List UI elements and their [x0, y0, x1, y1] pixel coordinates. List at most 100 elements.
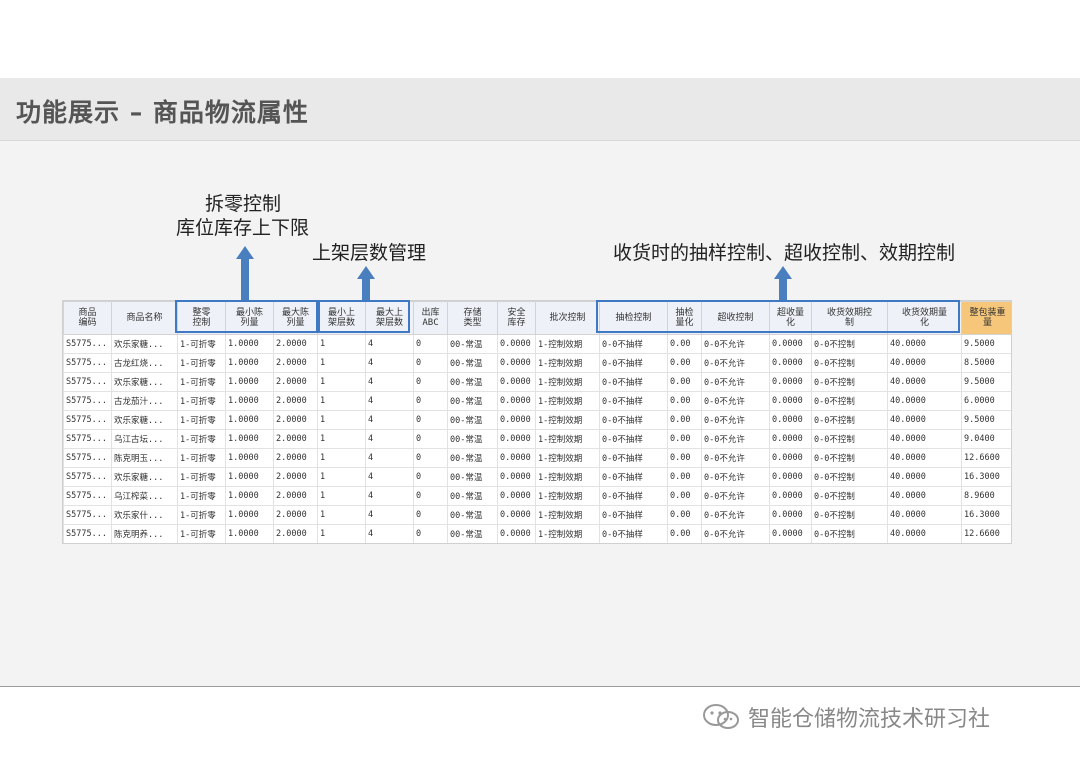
table-row[interactable]: S5775... 欢乐家糖... 1-可折零 1.0000 2.0000 1 4 0 00-常温… — [63, 410, 1011, 430]
table-cell[interactable]: 2.0000 — [273, 391, 318, 411]
table-cell[interactable]: 0.0000 — [769, 410, 812, 430]
table-cell[interactable]: 16.3000 — [961, 467, 1011, 487]
table-cell[interactable]: 2.0000 — [273, 467, 318, 487]
table-cell[interactable]: 9.0400 — [961, 429, 1011, 449]
table-cell[interactable]: 12.6600 — [961, 524, 1011, 543]
table-cell[interactable]: 1 — [317, 353, 366, 373]
table-cell[interactable]: 陈克明玉... — [111, 448, 178, 468]
table-cell[interactable]: 0-0不抽样 — [599, 372, 668, 392]
table-cell[interactable]: 00-常温 — [447, 391, 498, 411]
table-cell[interactable]: 0-0不允许 — [701, 467, 770, 487]
table-cell[interactable]: 1 — [317, 505, 366, 525]
table-cell[interactable]: 0-0不控制 — [811, 467, 888, 487]
table-cell[interactable]: 16.3000 — [961, 505, 1011, 525]
table-cell[interactable]: 1 — [317, 486, 366, 506]
table-cell[interactable]: 00-常温 — [447, 524, 498, 543]
table-row[interactable]: S5775... 欢乐家什... 1-可折零 1.0000 2.0000 1 4 0 00-常温… — [63, 505, 1011, 525]
table-cell[interactable]: 4 — [365, 524, 414, 543]
table-cell[interactable]: 0.00 — [667, 410, 702, 430]
table-cell[interactable]: 1-控制效期 — [535, 353, 600, 373]
table-cell[interactable]: 欢乐家糖... — [111, 467, 178, 487]
table-cell[interactable]: 古龙茄汁... — [111, 391, 178, 411]
table-row[interactable]: S5775... 乌江榨菜... 1-可折零 1.0000 2.0000 1 4 0 00-常温… — [63, 486, 1011, 506]
column-header[interactable]: 抽检 量化 — [667, 301, 702, 335]
table-cell[interactable]: 0.0000 — [769, 448, 812, 468]
table-cell[interactable]: 1.0000 — [225, 429, 274, 449]
table-cell[interactable]: 2.0000 — [273, 448, 318, 468]
table-cell[interactable]: 0-0不抽样 — [599, 486, 668, 506]
table-cell[interactable]: 1-控制效期 — [535, 524, 600, 543]
table-cell[interactable]: 40.0000 — [887, 524, 962, 543]
table-cell[interactable]: 1-可折零 — [177, 505, 226, 525]
table-cell[interactable]: 40.0000 — [887, 410, 962, 430]
table-cell[interactable]: 0.0000 — [769, 391, 812, 411]
table-cell[interactable]: 0.0000 — [497, 524, 536, 543]
table-cell[interactable]: 4 — [365, 391, 414, 411]
table-cell[interactable]: 1.0000 — [225, 353, 274, 373]
table-cell[interactable]: 0.00 — [667, 372, 702, 392]
table-cell[interactable]: 40.0000 — [887, 391, 962, 411]
table-cell[interactable]: 1-可折零 — [177, 448, 226, 468]
table-cell[interactable]: 0.0000 — [497, 505, 536, 525]
table-cell[interactable]: 12.6600 — [961, 448, 1011, 468]
table-cell[interactable]: 0-0不抽样 — [599, 505, 668, 525]
column-header[interactable]: 商品名称 — [111, 301, 178, 335]
table-cell[interactable]: 0-0不抽样 — [599, 448, 668, 468]
table-cell[interactable]: 0 — [413, 410, 448, 430]
table-cell[interactable]: 0.0000 — [497, 486, 536, 506]
table-cell[interactable]: 1.0000 — [225, 486, 274, 506]
table-cell[interactable]: 1.0000 — [225, 505, 274, 525]
table-cell[interactable]: 0-0不允许 — [701, 524, 770, 543]
table-cell[interactable]: 0.0000 — [769, 334, 812, 354]
table-cell[interactable]: 0 — [413, 334, 448, 354]
table-cell[interactable]: 0.0000 — [769, 467, 812, 487]
table-cell[interactable]: 欢乐家糖... — [111, 334, 178, 354]
table-cell[interactable]: 00-常温 — [447, 505, 498, 525]
table-row[interactable]: S5775... 陈克明玉... 1-可折零 1.0000 2.0000 1 4 0 00-常温… — [63, 448, 1011, 468]
table-cell[interactable]: 1-可折零 — [177, 524, 226, 543]
table-cell[interactable]: 1.0000 — [225, 448, 274, 468]
table-cell[interactable]: 00-常温 — [447, 353, 498, 373]
table-cell[interactable]: 0-0不控制 — [811, 391, 888, 411]
table-cell[interactable]: 8.5000 — [961, 353, 1011, 373]
table-cell[interactable]: 2.0000 — [273, 486, 318, 506]
table-cell[interactable]: 欢乐家糖... — [111, 410, 178, 430]
table-row[interactable]: S5775... 古龙茄汁... 1-可折零 1.0000 2.0000 1 4 0 00-常温… — [63, 391, 1011, 411]
table-cell[interactable]: 0 — [413, 448, 448, 468]
table-cell[interactable]: 4 — [365, 486, 414, 506]
table-cell[interactable]: 0 — [413, 467, 448, 487]
table-cell[interactable]: 1-控制效期 — [535, 467, 600, 487]
table-cell[interactable]: 40.0000 — [887, 467, 962, 487]
table-cell[interactable]: 0-0不允许 — [701, 410, 770, 430]
table-cell[interactable]: 4 — [365, 410, 414, 430]
table-cell[interactable]: 8.9600 — [961, 486, 1011, 506]
table-cell[interactable]: 0.0000 — [497, 467, 536, 487]
table-cell[interactable]: 0-0不抽样 — [599, 353, 668, 373]
table-cell[interactable]: 0-0不控制 — [811, 429, 888, 449]
table-cell[interactable]: 1-可折零 — [177, 334, 226, 354]
table-cell[interactable]: 1.0000 — [225, 372, 274, 392]
table-cell[interactable]: 0.00 — [667, 467, 702, 487]
table-cell[interactable]: 40.0000 — [887, 448, 962, 468]
table-cell[interactable]: 1.0000 — [225, 467, 274, 487]
table-cell[interactable]: 0-0不允许 — [701, 372, 770, 392]
column-header[interactable]: 批次控制 — [535, 301, 600, 335]
table-cell[interactable]: 1-控制效期 — [535, 372, 600, 392]
table-cell[interactable]: 1.0000 — [225, 524, 274, 543]
table-cell[interactable]: 1-可折零 — [177, 391, 226, 411]
table-cell[interactable]: 40.0000 — [887, 372, 962, 392]
table-cell[interactable]: 0-0不允许 — [701, 448, 770, 468]
table-cell[interactable]: 1-可折零 — [177, 429, 226, 449]
table-cell[interactable]: 00-常温 — [447, 448, 498, 468]
table-cell[interactable]: 0.00 — [667, 505, 702, 525]
table-cell[interactable]: 0.0000 — [769, 505, 812, 525]
table-row[interactable]: S5775... 乌江古坛... 1-可折零 1.0000 2.0000 1 4 0 00-常温… — [63, 429, 1011, 449]
column-header[interactable]: 整包装重 量 — [961, 301, 1011, 335]
table-cell[interactable]: 1-控制效期 — [535, 448, 600, 468]
table-cell[interactable]: 1 — [317, 334, 366, 354]
table-cell[interactable]: 2.0000 — [273, 524, 318, 543]
table-cell[interactable]: 2.0000 — [273, 410, 318, 430]
table-cell[interactable]: S5775... — [63, 391, 112, 411]
table-cell[interactable]: 40.0000 — [887, 486, 962, 506]
table-cell[interactable]: S5775... — [63, 467, 112, 487]
